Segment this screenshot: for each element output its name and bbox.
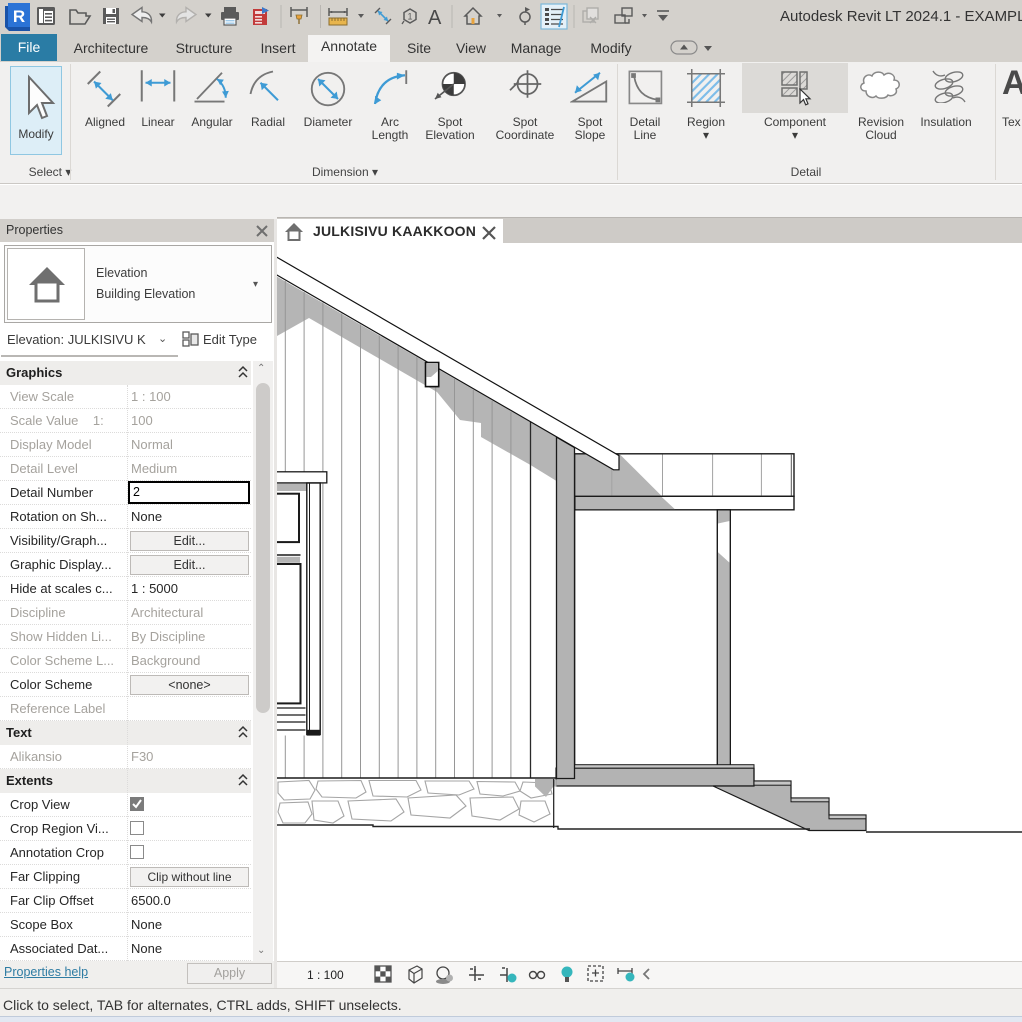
- svg-text:1: 1: [407, 12, 412, 22]
- svg-text:R: R: [13, 7, 25, 26]
- svg-text:A: A: [428, 7, 442, 29]
